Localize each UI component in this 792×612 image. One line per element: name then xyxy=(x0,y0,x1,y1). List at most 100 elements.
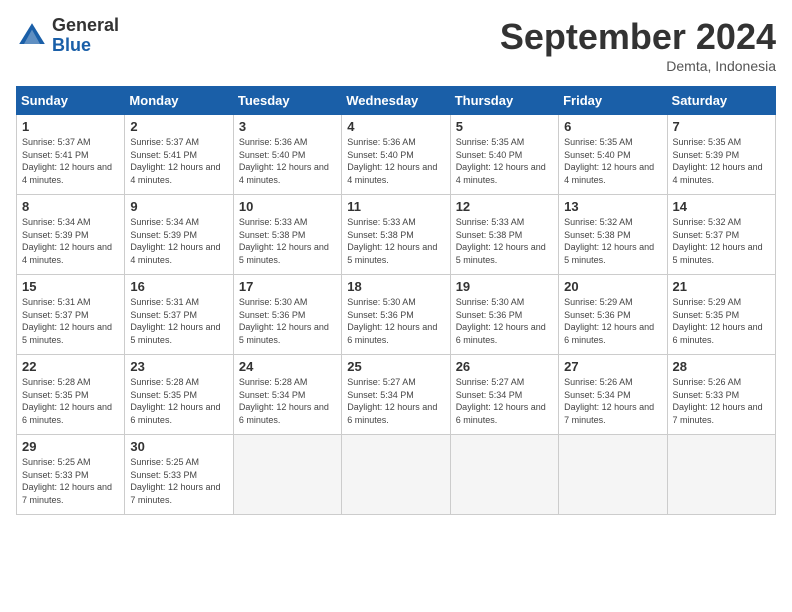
table-row: 16Sunrise: 5:31 AMSunset: 5:37 PMDayligh… xyxy=(125,275,233,355)
day-info: Sunrise: 5:31 AMSunset: 5:37 PMDaylight:… xyxy=(130,297,220,345)
day-info: Sunrise: 5:29 AMSunset: 5:36 PMDaylight:… xyxy=(564,297,654,345)
col-monday: Monday xyxy=(125,87,233,115)
calendar-header-row: Sunday Monday Tuesday Wednesday Thursday… xyxy=(17,87,776,115)
table-row xyxy=(667,435,775,515)
col-saturday: Saturday xyxy=(667,87,775,115)
table-row: 10 Sunrise: 5:33 AMSunset: 5:38 PMDayligh… xyxy=(233,195,341,275)
table-row: 21 Sunrise: 5:29 AMSunset: 5:35 PMDayligh… xyxy=(667,275,775,355)
table-row xyxy=(559,435,667,515)
table-row: 26Sunrise: 5:27 AMSunset: 5:34 PMDayligh… xyxy=(450,355,558,435)
day-info: Sunrise: 5:37 AMSunset: 5:41 PMDaylight:… xyxy=(130,137,220,185)
table-row: 27 Sunrise: 5:26 AMSunset: 5:34 PMDayligh… xyxy=(559,355,667,435)
table-row: 29 Sunrise: 5:25 AMSunset: 5:33 PMDayligh… xyxy=(17,435,125,515)
day-number: 27 xyxy=(564,359,661,374)
col-sunday: Sunday xyxy=(17,87,125,115)
day-info: Sunrise: 5:34 AMSunset: 5:39 PMDaylight:… xyxy=(22,217,112,265)
table-row: 24 Sunrise: 5:28 AMSunset: 5:34 PMDayligh… xyxy=(233,355,341,435)
table-row xyxy=(450,435,558,515)
table-row: 25 Sunrise: 5:27 AMSunset: 5:34 PMDayligh… xyxy=(342,355,450,435)
table-row: 22 Sunrise: 5:28 AMSunset: 5:35 PMDayligh… xyxy=(17,355,125,435)
calendar-week-row: 1Sunrise: 5:37 AMSunset: 5:41 PMDaylight… xyxy=(17,115,776,195)
calendar-week-row: 8Sunrise: 5:34 AMSunset: 5:39 PMDaylight… xyxy=(17,195,776,275)
table-row xyxy=(342,435,450,515)
table-row: 2Sunrise: 5:37 AMSunset: 5:41 PMDaylight… xyxy=(125,115,233,195)
day-number: 12 xyxy=(456,199,553,214)
day-info: Sunrise: 5:33 AMSunset: 5:38 PMDaylight:… xyxy=(239,217,329,265)
logo-text: General Blue xyxy=(52,16,119,56)
day-number: 7 xyxy=(673,119,770,134)
logo-general: General xyxy=(52,15,119,35)
day-info: Sunrise: 5:28 AMSunset: 5:34 PMDaylight:… xyxy=(239,377,329,425)
table-row xyxy=(233,435,341,515)
table-row: 3Sunrise: 5:36 AMSunset: 5:40 PMDaylight… xyxy=(233,115,341,195)
day-number: 17 xyxy=(239,279,336,294)
day-info: Sunrise: 5:37 AMSunset: 5:41 PMDaylight:… xyxy=(22,137,112,185)
table-row: 20 Sunrise: 5:29 AMSunset: 5:36 PMDayligh… xyxy=(559,275,667,355)
table-row: 18Sunrise: 5:30 AMSunset: 5:36 PMDayligh… xyxy=(342,275,450,355)
table-row: 23 Sunrise: 5:28 AMSunset: 5:35 PMDayligh… xyxy=(125,355,233,435)
day-number: 26 xyxy=(456,359,553,374)
calendar-week-row: 15Sunrise: 5:31 AMSunset: 5:37 PMDayligh… xyxy=(17,275,776,355)
day-number: 18 xyxy=(347,279,444,294)
day-info: Sunrise: 5:36 AMSunset: 5:40 PMDaylight:… xyxy=(347,137,437,185)
logo-blue: Blue xyxy=(52,35,91,55)
day-number: 28 xyxy=(673,359,770,374)
day-info: Sunrise: 5:33 AMSunset: 5:38 PMDaylight:… xyxy=(456,217,546,265)
month-title: September 2024 xyxy=(500,16,776,58)
day-number: 20 xyxy=(564,279,661,294)
day-number: 9 xyxy=(130,199,227,214)
day-number: 14 xyxy=(673,199,770,214)
table-row: 8Sunrise: 5:34 AMSunset: 5:39 PMDaylight… xyxy=(17,195,125,275)
day-number: 5 xyxy=(456,119,553,134)
day-number: 29 xyxy=(22,439,119,454)
location: Demta, Indonesia xyxy=(500,58,776,74)
table-row: 19Sunrise: 5:30 AMSunset: 5:36 PMDayligh… xyxy=(450,275,558,355)
col-tuesday: Tuesday xyxy=(233,87,341,115)
day-number: 13 xyxy=(564,199,661,214)
table-row: 15Sunrise: 5:31 AMSunset: 5:37 PMDayligh… xyxy=(17,275,125,355)
day-info: Sunrise: 5:28 AMSunset: 5:35 PMDaylight:… xyxy=(130,377,220,425)
day-number: 30 xyxy=(130,439,227,454)
day-info: Sunrise: 5:32 AMSunset: 5:37 PMDaylight:… xyxy=(673,217,763,265)
day-number: 22 xyxy=(22,359,119,374)
table-row: 12 Sunrise: 5:33 AMSunset: 5:38 PMDayligh… xyxy=(450,195,558,275)
day-info: Sunrise: 5:28 AMSunset: 5:35 PMDaylight:… xyxy=(22,377,112,425)
day-info: Sunrise: 5:30 AMSunset: 5:36 PMDaylight:… xyxy=(239,297,329,345)
day-info: Sunrise: 5:25 AMSunset: 5:33 PMDaylight:… xyxy=(130,457,220,505)
table-row: 14 Sunrise: 5:32 AMSunset: 5:37 PMDayligh… xyxy=(667,195,775,275)
day-info: Sunrise: 5:29 AMSunset: 5:35 PMDaylight:… xyxy=(673,297,763,345)
table-row: 5 Sunrise: 5:35 AMSunset: 5:40 PMDaylight… xyxy=(450,115,558,195)
logo: General Blue xyxy=(16,16,119,56)
table-row: 9Sunrise: 5:34 AMSunset: 5:39 PMDaylight… xyxy=(125,195,233,275)
day-number: 4 xyxy=(347,119,444,134)
table-row: 30 Sunrise: 5:25 AMSunset: 5:33 PMDayligh… xyxy=(125,435,233,515)
page-header: General Blue September 2024 Demta, Indon… xyxy=(16,16,776,74)
day-number: 25 xyxy=(347,359,444,374)
day-info: Sunrise: 5:32 AMSunset: 5:38 PMDaylight:… xyxy=(564,217,654,265)
day-number: 23 xyxy=(130,359,227,374)
col-thursday: Thursday xyxy=(450,87,558,115)
table-row: 1Sunrise: 5:37 AMSunset: 5:41 PMDaylight… xyxy=(17,115,125,195)
day-info: Sunrise: 5:25 AMSunset: 5:33 PMDaylight:… xyxy=(22,457,112,505)
table-row: 6Sunrise: 5:35 AMSunset: 5:40 PMDaylight… xyxy=(559,115,667,195)
day-info: Sunrise: 5:35 AMSunset: 5:40 PMDaylight:… xyxy=(456,137,546,185)
day-number: 10 xyxy=(239,199,336,214)
day-number: 11 xyxy=(347,199,444,214)
logo-icon xyxy=(16,20,48,52)
table-row: 11 Sunrise: 5:33 AMSunset: 5:38 PMDayligh… xyxy=(342,195,450,275)
day-info: Sunrise: 5:27 AMSunset: 5:34 PMDaylight:… xyxy=(347,377,437,425)
day-number: 6 xyxy=(564,119,661,134)
day-number: 24 xyxy=(239,359,336,374)
calendar-week-row: 29 Sunrise: 5:25 AMSunset: 5:33 PMDayligh… xyxy=(17,435,776,515)
day-info: Sunrise: 5:33 AMSunset: 5:38 PMDaylight:… xyxy=(347,217,437,265)
table-row: 4 Sunrise: 5:36 AMSunset: 5:40 PMDaylight… xyxy=(342,115,450,195)
day-number: 3 xyxy=(239,119,336,134)
day-number: 21 xyxy=(673,279,770,294)
day-info: Sunrise: 5:26 AMSunset: 5:34 PMDaylight:… xyxy=(564,377,654,425)
table-row: 28 Sunrise: 5:26 AMSunset: 5:33 PMDayligh… xyxy=(667,355,775,435)
day-info: Sunrise: 5:26 AMSunset: 5:33 PMDaylight:… xyxy=(673,377,763,425)
col-friday: Friday xyxy=(559,87,667,115)
day-info: Sunrise: 5:31 AMSunset: 5:37 PMDaylight:… xyxy=(22,297,112,345)
col-wednesday: Wednesday xyxy=(342,87,450,115)
day-info: Sunrise: 5:35 AMSunset: 5:39 PMDaylight:… xyxy=(673,137,763,185)
